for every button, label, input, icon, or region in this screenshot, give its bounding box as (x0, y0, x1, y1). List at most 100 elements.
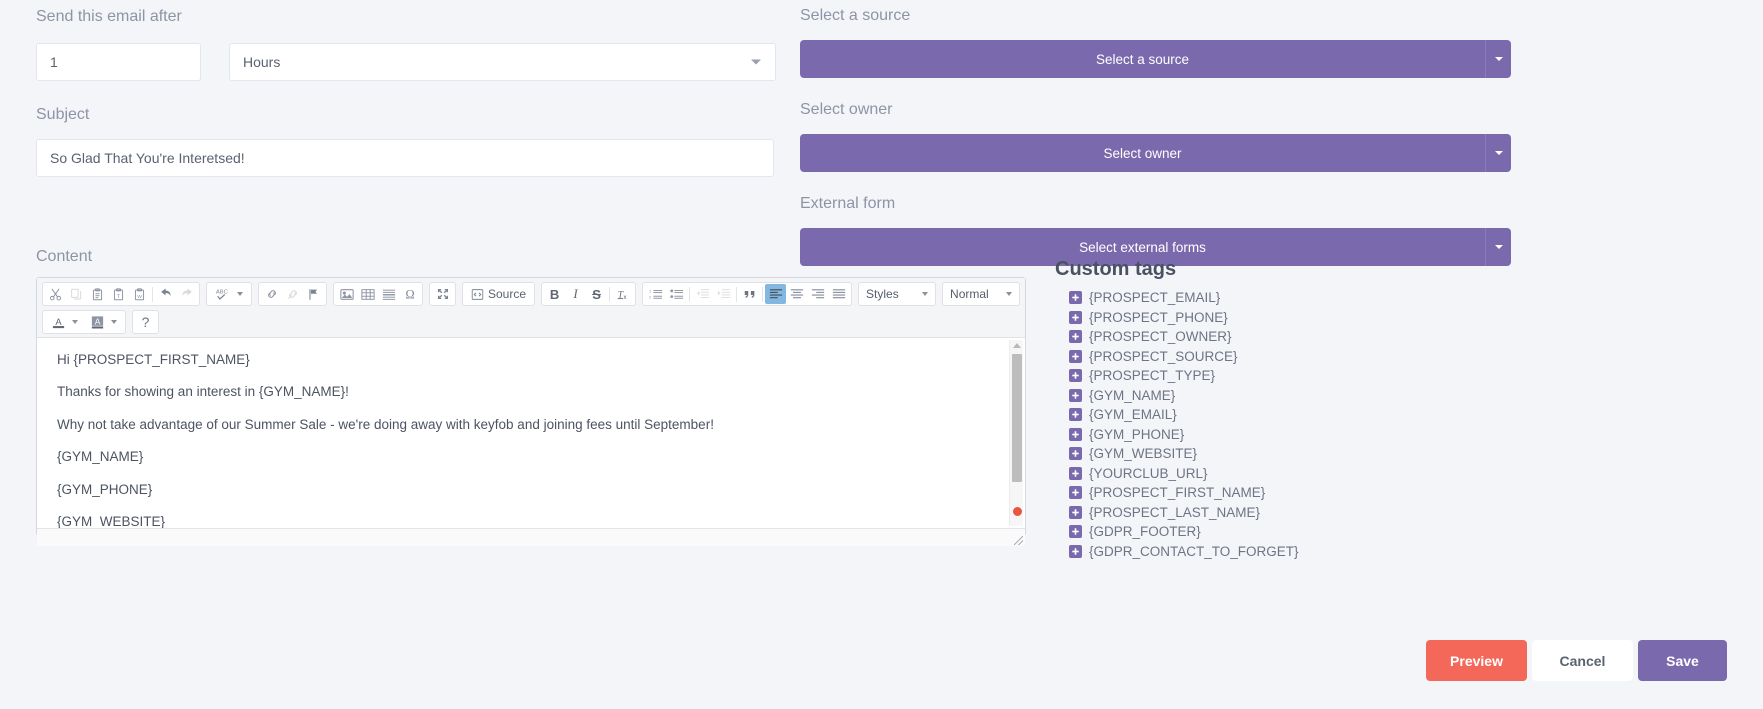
list-item[interactable]: {GYM_WEBSITE} (1069, 446, 1475, 461)
outdent-icon[interactable] (692, 284, 713, 304)
save-button[interactable]: Save (1638, 640, 1727, 681)
align-center-icon[interactable] (786, 284, 807, 304)
cancel-button[interactable]: Cancel (1532, 640, 1633, 681)
help-label: ? (141, 314, 150, 330)
subject-input[interactable]: So Glad That You're Interetsed! (36, 139, 774, 177)
list-item[interactable]: {YOURCLUB_URL} (1069, 466, 1475, 481)
italic-icon[interactable]: I (565, 284, 586, 304)
scroll-up-arrow-icon[interactable] (1013, 343, 1021, 348)
format-dropdown[interactable]: Normal (942, 282, 1021, 306)
align-left-icon[interactable] (765, 284, 787, 304)
list-item-label: {PROSPECT_SOURCE} (1089, 348, 1238, 364)
table-icon[interactable] (357, 284, 378, 304)
plus-icon[interactable] (1069, 525, 1082, 538)
copy-icon[interactable] (66, 284, 87, 304)
source-select-value: Select a source (800, 40, 1486, 78)
owner-select-arrow[interactable] (1486, 134, 1511, 172)
image-icon[interactable] (336, 284, 357, 304)
indent-icon[interactable] (713, 284, 734, 304)
paste-as-text-icon[interactable]: T (108, 284, 129, 304)
plus-icon[interactable] (1069, 408, 1082, 421)
plus-icon[interactable] (1069, 427, 1082, 441)
scrollbar-thumb[interactable] (1012, 354, 1022, 482)
list-item[interactable]: {GYM_PHONE} (1069, 427, 1475, 442)
delay-value-input[interactable]: 1 (36, 43, 201, 81)
delay-unit-value: Hours (243, 54, 281, 70)
svg-text:ABC: ABC (216, 289, 228, 295)
list-item[interactable]: {GDPR_FOOTER} (1069, 524, 1475, 539)
editor-paragraph: Hi {PROSPECT_FIRST_NAME} (57, 352, 250, 367)
chevron-down-icon (1494, 151, 1503, 155)
paste-icon[interactable] (87, 284, 108, 304)
text-color-button[interactable]: A (45, 315, 84, 330)
owner-label: Select owner (800, 101, 893, 118)
unlink-icon[interactable] (282, 284, 303, 304)
strikethrough-icon[interactable]: S (586, 284, 607, 304)
text-style-group: B I S Tx (541, 282, 637, 306)
list-item[interactable]: {PROSPECT_TYPE} (1069, 368, 1475, 383)
list-item[interactable]: {GYM_EMAIL} (1069, 407, 1475, 422)
remove-format-icon[interactable]: Tx (612, 284, 633, 304)
editor-scrollbar[interactable] (1009, 340, 1023, 526)
list-item[interactable]: {PROSPECT_OWNER} (1069, 329, 1475, 344)
owner-group: Select owner Select owner (800, 102, 1524, 172)
undo-icon[interactable] (155, 284, 176, 304)
owner-select[interactable]: Select owner (800, 134, 1511, 172)
redo-icon[interactable] (176, 284, 197, 304)
horizontal-rule-icon[interactable] (378, 284, 399, 304)
bold-icon[interactable]: B (544, 284, 565, 304)
editor-content-area[interactable]: Hi {PROSPECT_FIRST_NAME} Thanks for show… (37, 338, 1025, 528)
resize-handle[interactable] (1014, 536, 1023, 545)
form-actions: Preview Cancel Save (1426, 640, 1727, 681)
bulleted-list-icon[interactable] (666, 284, 687, 304)
delay-unit-select[interactable]: Hours (229, 43, 776, 81)
list-item-label: {GYM_EMAIL} (1089, 407, 1177, 422)
list-item[interactable]: {PROSPECT_SOURCE} (1069, 349, 1475, 364)
plus-icon[interactable] (1069, 447, 1082, 460)
plus-icon[interactable] (1069, 388, 1082, 402)
list-item[interactable]: {PROSPECT_FIRST_NAME} (1069, 485, 1475, 500)
background-color-button[interactable]: A (84, 315, 123, 330)
plus-icon[interactable] (1069, 369, 1082, 382)
plus-icon[interactable] (1069, 544, 1082, 558)
plus-icon[interactable] (1069, 291, 1082, 304)
plus-icon[interactable] (1069, 505, 1082, 519)
external-form-select-arrow[interactable] (1486, 228, 1511, 266)
plus-icon[interactable] (1069, 310, 1082, 324)
paste-from-word-icon[interactable]: W (129, 284, 150, 304)
align-justify-icon[interactable] (828, 284, 849, 304)
link-icon[interactable] (261, 284, 282, 304)
svg-text:x: x (623, 294, 626, 301)
list-item[interactable]: {PROSPECT_EMAIL} (1069, 290, 1475, 305)
cut-icon[interactable] (45, 284, 66, 304)
chevron-down-icon (1006, 292, 1013, 296)
spellcheck-button[interactable]: ABC (209, 287, 249, 302)
plus-icon[interactable] (1069, 349, 1082, 363)
list-item[interactable]: {GDPR_CONTACT_TO_FORGET} (1069, 544, 1475, 559)
special-character-icon[interactable]: Ω (399, 284, 420, 304)
list-item[interactable]: {GYM_NAME} (1069, 388, 1475, 403)
svg-text:A: A (55, 316, 62, 326)
align-right-icon[interactable] (807, 284, 828, 304)
styles-dropdown[interactable]: Styles (858, 282, 937, 306)
help-icon[interactable]: ? (135, 312, 156, 332)
spellcheck-group: ABC (206, 282, 252, 306)
source-button[interactable]: Source (465, 287, 532, 301)
list-item-label: {GDPR_CONTACT_TO_FORGET} (1089, 543, 1299, 559)
numbered-list-icon[interactable]: 12 (645, 284, 666, 304)
plus-icon[interactable] (1069, 486, 1082, 499)
maximize-icon[interactable] (432, 284, 453, 304)
source-select[interactable]: Select a source (800, 40, 1511, 78)
list-item[interactable]: {PROSPECT_PHONE} (1069, 310, 1475, 325)
anchor-flag-icon[interactable] (303, 284, 324, 304)
plus-icon[interactable] (1069, 466, 1082, 480)
blockquote-icon[interactable] (739, 284, 760, 304)
preview-button[interactable]: Preview (1426, 640, 1527, 681)
plus-icon[interactable] (1069, 330, 1082, 343)
source-owner-form-section: Select a source Select a source Select o… (800, 8, 1524, 290)
list-item-label: {GYM_WEBSITE} (1089, 446, 1198, 461)
source-group: Select a source Select a source (800, 8, 1524, 78)
list-item[interactable]: {PROSPECT_LAST_NAME} (1069, 505, 1475, 520)
source-select-arrow[interactable] (1486, 40, 1511, 78)
chevron-down-icon (1494, 57, 1503, 61)
